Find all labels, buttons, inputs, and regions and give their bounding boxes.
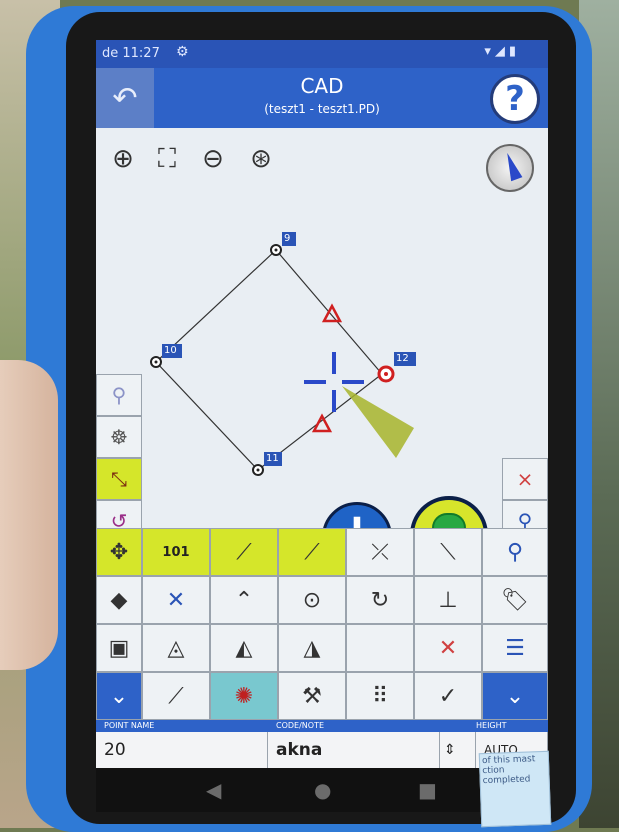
title-bar: ↶ CAD (teszt1 - teszt1.PD) ? [96,68,548,128]
delete-area-button[interactable]: ⨯ [502,458,548,500]
cad-drawing [150,232,416,476]
angle-button[interactable]: ⌃ [210,576,278,624]
tag-button[interactable]: 🏷 [482,576,548,624]
stakeout-icon: ✓ [438,683,458,709]
offset-line-icon: ⟍ [440,539,456,565]
toolbox-button[interactable]: ⚒ [278,672,346,720]
delete-x-icon: ✕ [438,635,458,661]
tin-volume-icon: ◮ [303,635,321,661]
delete-area-icon: ⨯ [516,467,534,491]
height-toggle-button[interactable]: ⇕ [440,732,476,768]
toolbox-icon: ⚒ [302,683,322,709]
code-note-label: CODE/NOTE [276,721,325,730]
layers-button[interactable]: ☰ [482,624,548,672]
point-label-9: 9 [284,233,291,244]
sight-cone [342,386,414,458]
back-arrow-icon: ↶ [112,80,138,116]
image-icon: ▣ [108,635,130,661]
status-time: de 11:27 [102,46,160,61]
traverse-polygon [155,249,383,471]
field-labels-bar: POINT NAME CODE/NOTE HEIGHT [96,720,548,732]
page-title: CAD [300,74,344,98]
back-button[interactable]: ↶ [96,68,154,128]
image-button[interactable]: ▣ [96,624,142,672]
cad-canvas[interactable]: ⊕ ⛶ ⊖ ⊛ 9 10 11 12 ⚲ ☸ ⤡ ↺ ⨯ ⚲ [96,128,548,574]
height-label: HEIGHT [476,721,507,730]
genie-button[interactable]: ✺ [210,672,278,720]
help-button[interactable]: ? [490,74,540,124]
chevron-down-icon: ⌄ [505,683,525,709]
station-offset-icon: ⊥ [438,587,458,613]
tin-icon: ◬ [167,635,185,661]
back-nav-icon[interactable]: ◀ [206,778,221,802]
expand-left-button[interactable]: ⌄ [96,672,142,720]
rotate-button[interactable]: ↻ [346,576,414,624]
polyline-icon: ⟋ [168,683,184,709]
keypad-icon: ⠿ [371,683,389,709]
offset-line-button[interactable]: ⟍ [414,528,482,576]
keypad-button[interactable]: ⠿ [346,672,414,720]
height-toggle-icon: ⇕ [444,742,456,758]
polyline-button[interactable]: ⟋ [142,672,210,720]
angle-icon: ⌃ [234,587,254,613]
line-points-button[interactable]: ⤡ [96,458,142,500]
station-offset-button[interactable]: ⊥ [414,576,482,624]
line-extend-icon: ⟋ [304,539,320,565]
tag-icon: 🏷 [501,587,529,613]
device-screen: de 11:27 ⚙ ▾◢▮ ↶ CAD (teszt1 - teszt1.PD… [96,40,548,768]
point-number-button[interactable]: 101 [142,528,210,576]
fill-button[interactable]: ◆ [96,576,142,624]
line-two-points-button[interactable]: ⟋ [210,528,278,576]
pin-icon: ⚲ [111,383,127,407]
wheel-icon: ☸ [110,425,128,449]
station-button[interactable]: ☸ [96,416,142,458]
tool-grid: ✥ 101 ⟋ ⟋ ⤫ ⟍ ⚲ ◆ ✕ ⌃ ⊙ ↻ ⊥ 🏷 ▣ ◬ ◭ ◮ ✕ … [96,528,548,720]
perpendicular-icon: ⤫ [371,539,389,565]
delete-button[interactable]: ✕ [414,624,482,672]
line-points-icon: ⤡ [111,467,127,491]
control-triangle [311,413,333,433]
line-icon: ⟋ [236,539,252,565]
circle-center-icon: ⊙ [302,587,322,613]
sticker-label: of this mast ction completed [478,750,552,828]
chevron-down-icon: ⌄ [109,683,129,709]
settings-status-icon: ⚙ [176,44,189,60]
line-extend-button[interactable]: ⟋ [278,528,346,576]
point-label-12: 12 [396,353,409,364]
status-icons: ▾◢▮ [484,44,520,59]
finger [0,360,58,670]
tin-edit-icon: ◭ [235,635,253,661]
rotate-icon: ↻ [370,587,390,613]
fill-icon: ◆ [110,587,128,613]
code-note-field[interactable]: akna [268,732,440,768]
home-nav-icon[interactable]: ● [314,778,331,802]
tin-volume-button[interactable]: ◮ [278,624,346,672]
point-label-10: 10 [164,345,177,356]
intersection-button[interactable]: ✕ [142,576,210,624]
status-bar: de 11:27 ⚙ ▾◢▮ [96,40,548,68]
expand-right-button[interactable]: ⌄ [482,672,548,720]
project-subtitle: (teszt1 - teszt1.PD) [264,102,380,116]
layers-icon: ☰ [505,635,525,661]
point-info-button[interactable]: ⚲ [96,374,142,416]
direction-pad-button[interactable]: ✥ [96,528,142,576]
dpad-icon: ✥ [109,539,129,565]
map-layers-button[interactable]: ⚲ [482,528,548,576]
stakeout-button[interactable]: ✓ [414,672,482,720]
point-name-field[interactable]: 20 [96,732,268,768]
map-pin-icon: ⚲ [506,539,524,565]
genie-icon: ✺ [234,683,254,709]
tin-surface-button[interactable]: ◬ [142,624,210,672]
tin-edit-button[interactable]: ◭ [210,624,278,672]
intersection-icon: ✕ [166,587,186,613]
point-name-label: POINT NAME [104,721,155,730]
empty-cell [346,624,414,672]
point-number-label: 101 [162,544,190,560]
circle-center-button[interactable]: ⊙ [278,576,346,624]
perpendicular-button[interactable]: ⤫ [346,528,414,576]
recents-nav-icon[interactable]: ■ [418,778,437,802]
point-label-11: 11 [266,453,279,464]
